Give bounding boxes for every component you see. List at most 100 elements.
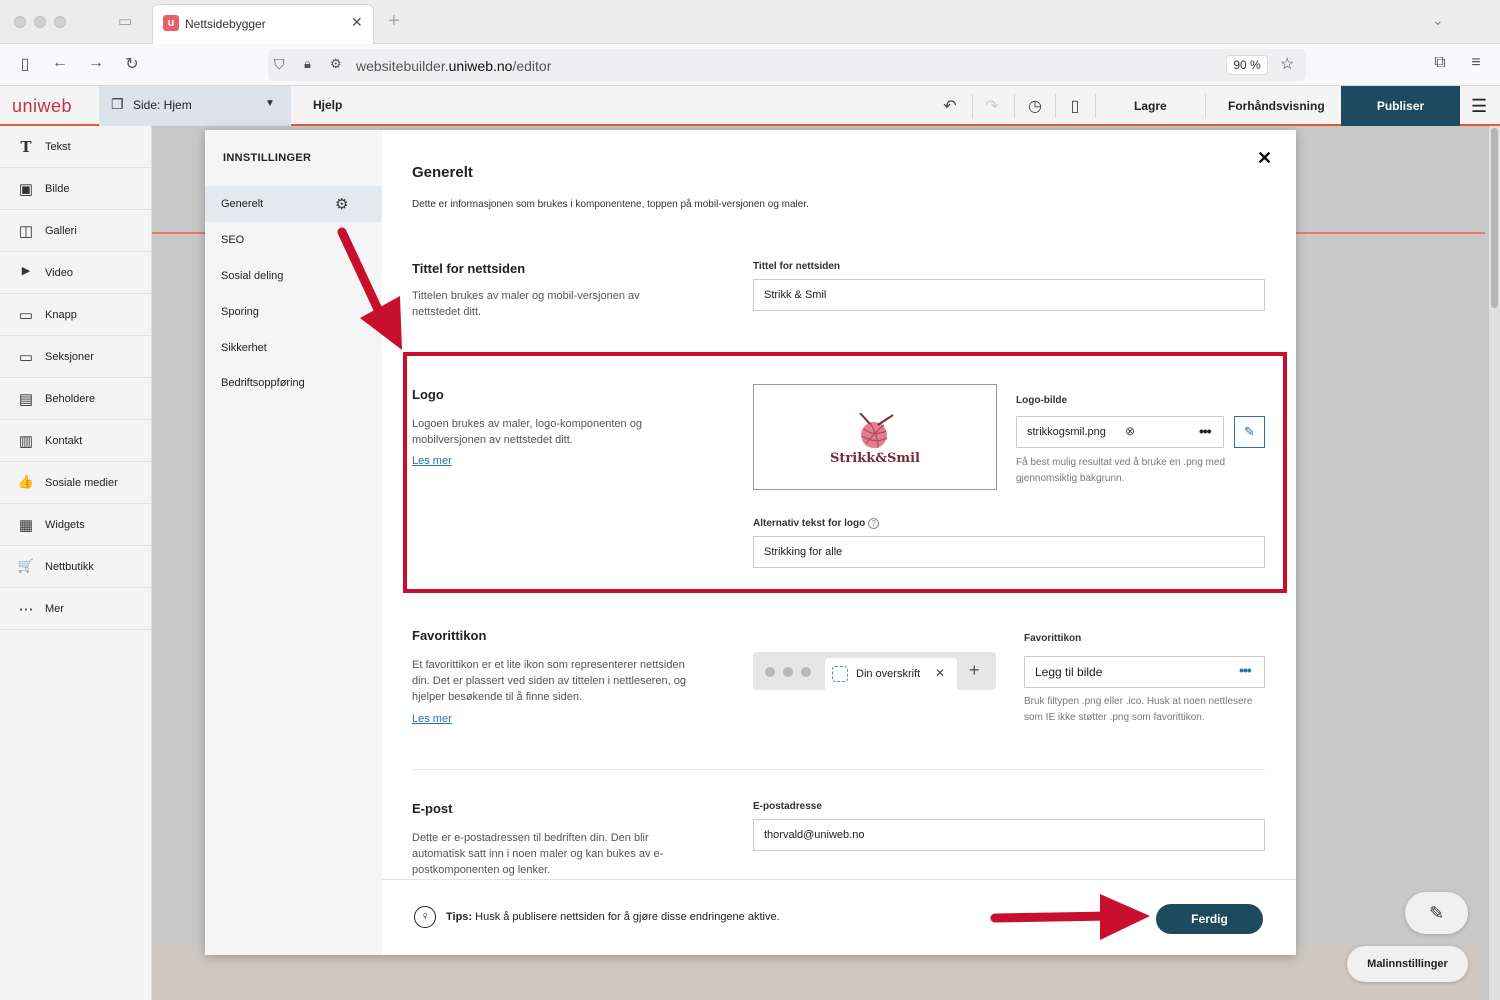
- mobile-view-icon[interactable]: ▯: [1065, 96, 1085, 116]
- favicon-field-value: Legg til bilde: [1035, 665, 1103, 679]
- help-menu[interactable]: Hjelp: [313, 98, 342, 112]
- publish-button[interactable]: Publiser: [1341, 86, 1460, 126]
- undo-icon[interactable]: ↶: [940, 96, 960, 116]
- redo-icon[interactable]: ↷: [982, 96, 1002, 116]
- section-divider: [412, 769, 1265, 770]
- extensions-icon[interactable]: ⧉: [1429, 54, 1451, 72]
- sidebar-item-label: Kontakt: [45, 435, 83, 447]
- settings-nav-label: Sosial deling: [221, 270, 284, 282]
- sidebar-item-label: Mer: [45, 603, 64, 615]
- preview-dot: [801, 667, 811, 677]
- toolbar-divider: [972, 94, 973, 118]
- email-section-description: Dette er e-postadressen til bedriften di…: [412, 832, 664, 876]
- sidebar-item-label: Knapp: [45, 309, 77, 321]
- settings-nav-sporing[interactable]: Sporing: [205, 294, 382, 330]
- image-icon: ▣: [18, 181, 34, 198]
- settings-nav-sosial-deling[interactable]: Sosial deling: [205, 258, 382, 294]
- forward-icon[interactable]: →: [85, 54, 107, 72]
- title-section-heading: Tittel for nettsiden: [412, 261, 526, 276]
- sidebar-item-bilde[interactable]: ▣ Bilde: [0, 168, 152, 210]
- hamburger-icon[interactable]: ☰: [1471, 96, 1487, 117]
- sidebar-item-seksjoner[interactable]: ▭ Seksjoner: [0, 336, 152, 378]
- favicon-field[interactable]: Legg til bilde •••: [1024, 656, 1265, 688]
- more-options-icon[interactable]: •••: [1239, 662, 1252, 678]
- scrollbar-thumb[interactable]: [1491, 128, 1498, 308]
- back-icon[interactable]: ←: [49, 54, 71, 72]
- tab-overview-icon[interactable]: ▭: [118, 12, 132, 30]
- permissions-icon[interactable]: ⚙: [330, 56, 342, 72]
- page-selector[interactable]: ❐ Side: Hjem ▼: [99, 86, 291, 126]
- address-bar[interactable]: ⛉ 🔒︎ ⚙ websitebuilder.uniweb.no/editor 9…: [268, 49, 1306, 81]
- browser-toolbar: ▯ ← → ↻ ⛉ 🔒︎ ⚙ websitebuilder.uniweb.no/…: [0, 44, 1500, 86]
- menu-icon[interactable]: ≡: [1465, 54, 1487, 72]
- window-close-light[interactable]: [14, 16, 26, 28]
- toolbar-divider: [1055, 94, 1056, 118]
- cart-icon: 🛒: [17, 558, 35, 573]
- settings-nav: INNSTILLINGER Generelt ⚙ SEO Sosial deli…: [205, 130, 382, 955]
- settings-nav-generelt[interactable]: Generelt ⚙: [205, 186, 382, 222]
- shield-icon[interactable]: ⛉: [274, 56, 285, 73]
- settings-nav-bedriftsoppforing[interactable]: Bedriftsoppføring: [205, 365, 382, 401]
- favicon-hint: Bruk filtypen .png eller .ico. Husk at n…: [1024, 696, 1253, 723]
- sidebar-item-knapp[interactable]: ▭ Knapp: [0, 294, 152, 336]
- bookmark-star-icon[interactable]: ☆: [1280, 54, 1294, 74]
- toolbar-divider: [1014, 94, 1015, 118]
- sidebar-item-beholdere[interactable]: ▤ Beholdere: [0, 378, 152, 420]
- save-button[interactable]: Lagre: [1134, 99, 1167, 113]
- zoom-level[interactable]: 90 %: [1226, 55, 1268, 75]
- text-icon: T: [20, 138, 32, 156]
- settings-nav-seo[interactable]: SEO: [205, 222, 382, 258]
- template-settings-button[interactable]: Malinnstillinger: [1347, 946, 1468, 982]
- button-icon: ▭: [18, 307, 34, 324]
- window-minimize-light[interactable]: [34, 16, 46, 28]
- window-zoom-light[interactable]: [54, 16, 66, 28]
- browser-tab[interactable]: u Nettsidebygger ✕: [152, 4, 374, 44]
- tab-favicon: u: [163, 15, 179, 31]
- email-label: E-postadresse: [753, 801, 822, 812]
- sidebar-item-label: Tekst: [45, 141, 71, 153]
- sidebar-item-video[interactable]: ▶ Video: [0, 252, 152, 294]
- sidebar-item-label: Seksjoner: [45, 351, 94, 363]
- page-selector-label: Side: Hjem: [133, 98, 192, 112]
- sidebar-item-mer[interactable]: ⋯ Mer: [0, 588, 152, 630]
- sidebar-item-nettbutikk[interactable]: 🛒 Nettbutikk: [0, 546, 152, 588]
- sidebar-item-sosiale-medier[interactable]: 👍 Sosiale medier: [0, 462, 152, 504]
- chevron-down-icon[interactable]: ⌄: [1432, 12, 1444, 29]
- done-button[interactable]: Ferdig: [1156, 904, 1263, 934]
- sidebar-item-label: Widgets: [45, 519, 85, 531]
- containers-icon: ▤: [18, 391, 34, 408]
- sidebar-toggle-icon[interactable]: ▯: [14, 54, 36, 74]
- tips-text: Tips: Husk å publisere nettsiden for å g…: [446, 911, 780, 923]
- history-icon[interactable]: ◷: [1025, 96, 1045, 116]
- caret-down-icon: ▼: [265, 98, 275, 109]
- favicon-section-description: Et favorittikon er et lite ikon som repr…: [412, 659, 686, 703]
- new-tab-icon[interactable]: +: [388, 10, 400, 33]
- dialog-footer: ♀ Tips: Husk å publisere nettsiden for å…: [382, 879, 1296, 955]
- settings-nav-label: Sporing: [221, 306, 259, 318]
- toolbar-divider: [1095, 94, 1096, 118]
- settings-nav-sikkerhet[interactable]: Sikkerhet: [205, 330, 382, 366]
- url-text: websitebuilder.uniweb.no/editor: [356, 58, 552, 74]
- sidebar-item-kontakt[interactable]: ▥ Kontakt: [0, 420, 152, 462]
- sidebar-item-label: Beholdere: [45, 393, 96, 405]
- close-icon[interactable]: ✕: [1257, 148, 1272, 169]
- favicon-read-more-link[interactable]: Les mer: [412, 713, 452, 725]
- editor-toolbar: uniweb ❐ Side: Hjem ▼ Hjelp ↶ ↷ ◷ ▯ Lagr…: [0, 86, 1500, 126]
- sidebar-item-label: Galleri: [45, 225, 77, 237]
- preview-button[interactable]: Forhåndsvisning: [1228, 99, 1325, 113]
- page-title: Generelt: [412, 164, 473, 181]
- toolbar-divider: [1205, 94, 1206, 118]
- sidebar-item-label: Nettbutikk: [45, 561, 94, 573]
- site-title-input[interactable]: Strikk & Smil: [753, 279, 1265, 311]
- settings-intro: Dette er informasjonen som brukes i komp…: [412, 199, 809, 210]
- tab-close-icon[interactable]: ✕: [351, 14, 363, 31]
- plus-icon: +: [969, 660, 980, 680]
- sidebar-item-galleri[interactable]: ◫ Galleri: [0, 210, 152, 252]
- email-input[interactable]: thorvald@uniweb.no: [753, 819, 1265, 851]
- design-icon[interactable]: ✎: [1405, 892, 1468, 934]
- sidebar-item-widgets[interactable]: ▦ Widgets: [0, 504, 152, 546]
- settings-nav-label: SEO: [221, 234, 245, 246]
- lock-icon[interactable]: 🔒︎: [304, 56, 311, 72]
- sidebar-item-tekst[interactable]: T Tekst: [0, 126, 152, 168]
- reload-icon[interactable]: ↻: [121, 54, 143, 74]
